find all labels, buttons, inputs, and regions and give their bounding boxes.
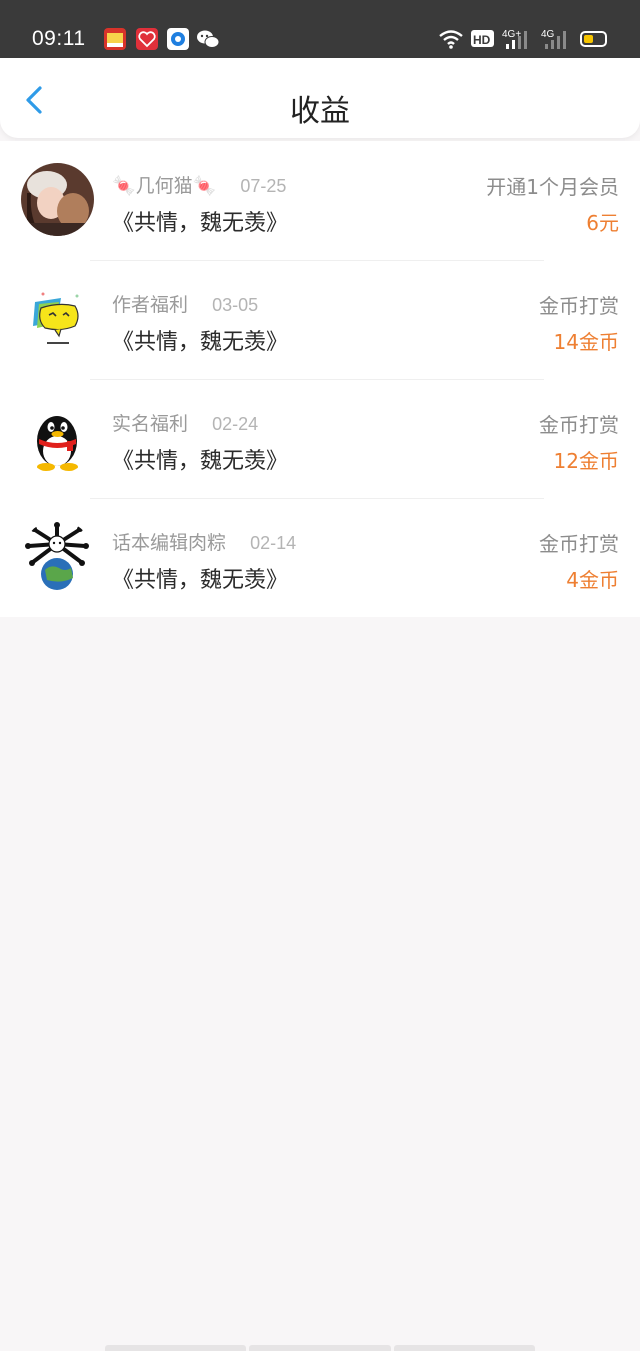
sender-line: 🍬几何猫🍬 07-25 (112, 171, 286, 198)
earning-amount: 4金币 (566, 568, 619, 592)
avatar[interactable] (21, 282, 94, 355)
earning-amount: 6元 (586, 211, 619, 235)
sender-name: 实名福利 (112, 413, 189, 435)
heart-app-icon (136, 28, 158, 50)
signal-4g-icon: 4G (541, 26, 573, 52)
wifi-icon (438, 26, 464, 52)
sender-line: 作者福利 03-05 (112, 290, 258, 317)
list-item[interactable]: 实名福利 02-24 《共情，魏无羡》 金币打赏 12金币 (0, 379, 640, 498)
sender-line: 实名福利 02-24 (112, 409, 258, 436)
avatar[interactable] (21, 401, 94, 474)
gesture-bar-segment (105, 1345, 247, 1351)
hd-icon: HD (470, 26, 496, 52)
qq-penguin-avatar-icon (21, 401, 94, 474)
earning-amount: 12金币 (553, 449, 619, 473)
sender-line: 话本编辑肉粽 02-14 (112, 528, 296, 555)
signal-4g-plus-icon: 4G+ (502, 26, 534, 52)
earning-date: 02-14 (250, 533, 297, 553)
status-time: 09:11 (32, 27, 86, 50)
wechat-icon (196, 28, 220, 50)
svg-text:HD: HD (473, 33, 491, 47)
gesture-bar-segment (393, 1345, 535, 1351)
svg-text:4G: 4G (541, 29, 555, 40)
earning-type: 金币打赏 (539, 413, 619, 437)
bones-earth-avatar-icon (21, 520, 94, 593)
sender-name: 话本编辑肉粽 (112, 532, 227, 554)
sender-name: 🍬几何猫🍬 (112, 175, 217, 197)
avatar[interactable] (21, 163, 94, 236)
book-title: 《共情，魏无羡》 (112, 449, 289, 474)
yellow-face-avatar-icon (21, 282, 94, 355)
book-title: 《共情，魏无羡》 (112, 211, 289, 236)
girl-photo-avatar-icon (21, 163, 94, 236)
battery-icon (580, 31, 607, 47)
list-item[interactable]: 作者福利 03-05 《共情，魏无羡》 金币打赏 14金币 (0, 260, 640, 379)
book-title: 《共情，魏无羡》 (112, 568, 289, 593)
list-item[interactable]: 话本编辑肉粽 02-14 《共情，魏无羡》 金币打赏 4金币 (0, 498, 640, 617)
earning-date: 02-24 (212, 414, 259, 434)
blue-app-icon (167, 28, 189, 50)
status-bar: 09:11 HD 4G+ 4G (0, 0, 640, 58)
earning-date: 07-25 (240, 176, 287, 196)
app-notification-icon (104, 28, 126, 50)
page-title: 收益 (290, 94, 350, 129)
earning-type: 金币打赏 (539, 294, 619, 318)
earning-type: 金币打赏 (539, 532, 619, 556)
battery-level (584, 35, 593, 43)
book-title: 《共情，魏无羡》 (112, 330, 289, 355)
gesture-bar-segment (249, 1345, 391, 1351)
gesture-bar (105, 1345, 535, 1351)
earning-type: 开通1个月会员 (486, 175, 619, 199)
list-item[interactable]: 🍬几何猫🍬 07-25 《共情，魏无羡》 开通1个月会员 6元 (0, 141, 640, 260)
page-header: 收益 (0, 58, 640, 138)
sender-name: 作者福利 (112, 294, 189, 316)
earning-date: 03-05 (212, 295, 259, 315)
earning-amount: 14金币 (553, 330, 619, 354)
avatar[interactable] (21, 520, 94, 593)
earnings-list: 🍬几何猫🍬 07-25 《共情，魏无羡》 开通1个月会员 6元 作者福利 03-… (0, 141, 640, 617)
